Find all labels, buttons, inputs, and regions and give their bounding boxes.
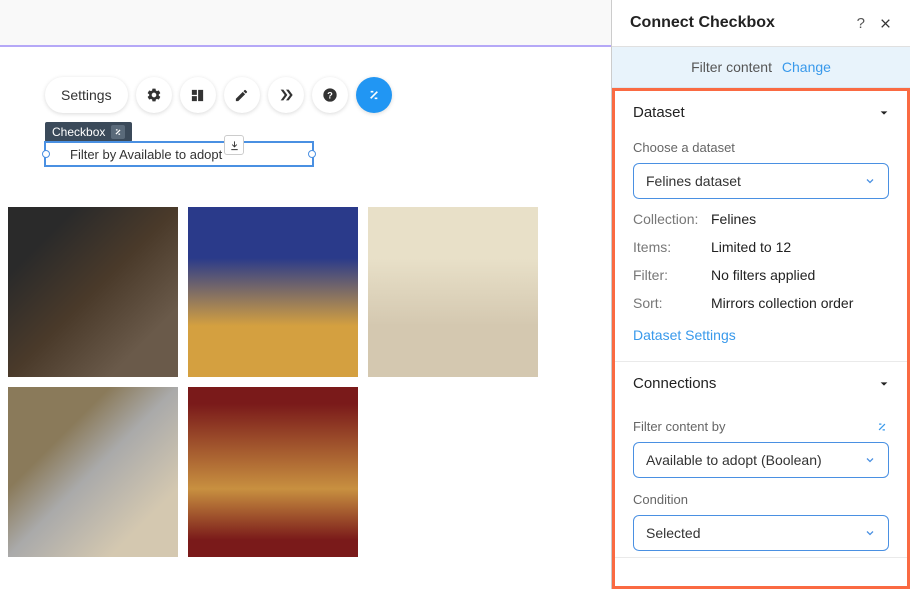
design-icon[interactable] [224,77,260,113]
gallery-image[interactable] [8,207,178,377]
canvas[interactable]: Settings ? Checkbox [0,47,611,85]
condition-dropdown[interactable]: Selected [633,515,889,551]
connections-section-title: Connections [633,375,716,392]
filter-by-dropdown[interactable]: Available to adopt (Boolean) [633,442,889,478]
dataset-section-body: Choose a dataset Felines dataset Collect… [615,134,907,361]
action-badge-icon[interactable] [224,135,244,155]
shuffle-icon[interactable] [875,420,889,434]
checkbox-input-element[interactable]: Filter by Available to adopt [45,142,313,166]
gallery-image[interactable] [8,387,178,557]
resize-handle-left[interactable] [42,150,50,158]
image-gallery [8,207,538,557]
filter-content-label: Filter content [691,59,772,75]
highlighted-config-area: Dataset Choose a dataset Felines dataset… [612,88,910,589]
selected-checkbox-element[interactable]: Checkbox Filter by Available to adopt [45,122,313,166]
choose-dataset-label: Choose a dataset [633,140,889,155]
element-toolbar: Settings ? [45,77,392,113]
connect-panel: Connect Checkbox ? Filter content Change… [612,0,910,589]
layout-icon[interactable] [180,77,216,113]
element-type-label: Checkbox [52,125,105,139]
help-icon[interactable]: ? [312,77,348,113]
filter-by-value: Available to adopt (Boolean) [646,452,822,468]
dataset-section-title: Dataset [633,104,685,121]
chevron-down-icon [879,379,889,389]
sort-key: Sort: [633,295,711,311]
chevron-down-icon [864,175,876,187]
condition-label: Condition [633,492,889,507]
dataset-settings-link[interactable]: Dataset Settings [633,327,736,343]
resize-handle-right[interactable] [308,150,316,158]
gallery-image[interactable] [368,207,538,377]
gallery-image[interactable] [188,207,358,377]
filter-by-field: Filter content by Available to adopt (Bo… [615,405,907,484]
panel-close-icon[interactable] [879,17,892,30]
dataset-section-header[interactable]: Dataset [615,91,907,134]
dataset-dropdown-value: Felines dataset [646,173,741,189]
connections-section-header[interactable]: Connections [615,362,907,405]
panel-title: Connect Checkbox [630,14,775,32]
connect-data-icon[interactable] [356,77,392,113]
filter-content-bar: Filter content Change [612,47,910,88]
connect-mini-icon [111,125,125,139]
filter-content-change-link[interactable]: Change [782,59,831,75]
collection-key: Collection: [633,211,711,227]
items-key: Items: [633,239,711,255]
page-top-bar [0,0,611,47]
dataset-dropdown[interactable]: Felines dataset [633,163,889,199]
checkbox-label-text: Filter by Available to adopt [70,147,222,162]
panel-header: Connect Checkbox ? [612,0,910,47]
gear-icon[interactable] [136,77,172,113]
condition-field: Condition Selected [615,484,907,557]
element-type-badge: Checkbox [45,122,132,142]
filter-value: No filters applied [711,267,815,283]
filter-key: Filter: [633,267,711,283]
connections-section: Connections Filter content by Available … [615,362,907,558]
animation-icon[interactable] [268,77,304,113]
chevron-down-icon [864,454,876,466]
items-value: Limited to 12 [711,239,791,255]
collection-value: Felines [711,211,756,227]
chevron-down-icon [879,108,889,118]
filter-by-label: Filter content by [633,419,726,434]
sort-value: Mirrors collection order [711,295,853,311]
dataset-section: Dataset Choose a dataset Felines dataset… [615,91,907,362]
settings-button[interactable]: Settings [45,77,128,113]
gallery-image[interactable] [188,387,358,557]
canvas-area: Settings ? Checkbox [0,0,612,589]
chevron-down-icon [864,527,876,539]
condition-value: Selected [646,525,700,541]
svg-text:?: ? [327,90,333,100]
panel-help-icon[interactable]: ? [857,15,865,32]
